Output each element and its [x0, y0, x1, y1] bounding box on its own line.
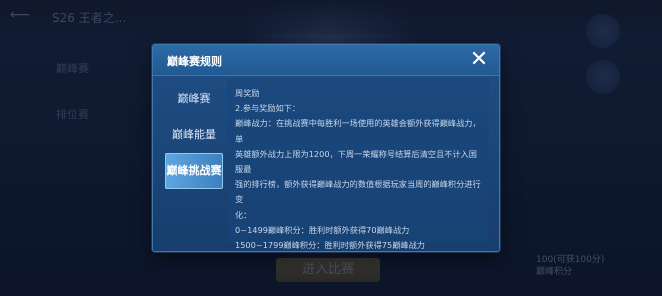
rules-line: 周奖励 — [235, 88, 260, 98]
tab-peak-match[interactable]: 巅峰赛 — [165, 81, 223, 117]
modal-title: 巅峰赛规则 — [167, 55, 222, 68]
rules-line: 英雄额外战力上限为1200，下周一荣耀称号结算后清空且不计入国服最 — [235, 148, 477, 175]
rules-content: 周奖励 2.参与奖励如下： 巅峰战力：在挑战赛中每胜利一场使用的英雄会额外获得巅… — [235, 86, 485, 253]
rules-line: 0~1499巅峰积分：胜利时额外获得70巅峰战力 — [235, 224, 410, 235]
close-button[interactable]: ✕ — [467, 49, 491, 71]
rules-content-panel: 周奖励 2.参与奖励如下： 巅峰战力：在挑战赛中每胜利一场使用的英雄会额外获得巅… — [227, 79, 489, 250]
tab-peak-challenge[interactable]: 巅峰挑战赛 — [165, 153, 223, 189]
rules-line: 强的排行榜，额外获得巅峰战力的数值根据玩家当周的巅峰积分进行变 — [235, 179, 481, 205]
rules-line: 1500~1799巅峰积分：胜利时额外获得75巅峰战力 — [235, 240, 425, 251]
modal-header: 巅峰赛规则 ✕ — [153, 45, 499, 76]
rules-line: 2.参与奖励如下： — [235, 103, 301, 114]
rules-line: 化： — [235, 209, 252, 220]
rules-tab-list: 巅峰赛 巅峰能量 巅峰挑战赛 — [165, 81, 223, 189]
rules-modal: 巅峰赛规则 ✕ 巅峰赛 巅峰能量 巅峰挑战赛 周奖励 2.参与奖励如下： 巅峰战… — [152, 44, 500, 252]
rules-line: 巅峰战力：在挑战赛中每胜利一场使用的英雄会额外获得巅峰战力，单 — [235, 118, 481, 144]
tab-peak-energy[interactable]: 巅峰能量 — [165, 117, 223, 153]
